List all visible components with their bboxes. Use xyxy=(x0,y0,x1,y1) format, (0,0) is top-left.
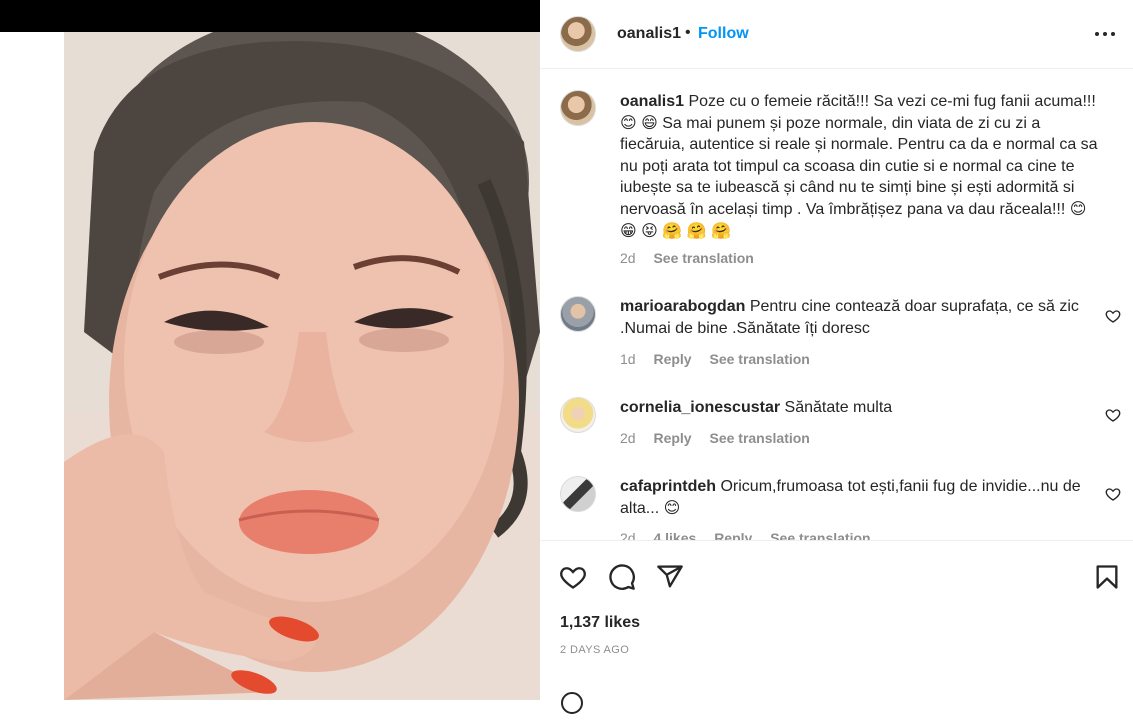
comment-text: marioarabogdan Pentru cine contează doar… xyxy=(620,296,1090,339)
caption-meta: 2d See translation xyxy=(620,250,768,266)
comment-meta: 2d 4 likes Reply See translation xyxy=(620,530,885,540)
owner-avatar[interactable] xyxy=(560,16,596,52)
caption-username[interactable]: oanalis1 xyxy=(620,93,684,110)
comment-like-icon[interactable] xyxy=(1105,486,1121,502)
commenter-avatar[interactable] xyxy=(560,476,596,512)
see-translation-button[interactable]: See translation xyxy=(709,430,809,446)
commenter-avatar[interactable] xyxy=(560,397,596,433)
comment-time[interactable]: 1d xyxy=(620,351,636,367)
caption-time[interactable]: 2d xyxy=(620,250,636,266)
header-separator: • xyxy=(685,24,691,41)
commenter-username[interactable]: marioarabogdan xyxy=(620,298,745,315)
commenter-avatar[interactable] xyxy=(560,296,596,332)
comment-like-icon[interactable] xyxy=(1105,308,1121,324)
follow-button[interactable]: Follow xyxy=(698,25,749,43)
comment-icon[interactable] xyxy=(608,563,636,591)
post-header: oanalis1 • Follow xyxy=(540,0,1133,69)
likes-count[interactable]: 1,137 likes xyxy=(560,614,640,632)
comment-like-icon[interactable] xyxy=(1105,407,1121,423)
commenter-username[interactable]: cornelia_ionescustar xyxy=(620,399,780,416)
caption-body: Poze cu o femeie răcită!!! Sa vezi ce-mi… xyxy=(620,93,1098,240)
see-translation-button[interactable]: See translation xyxy=(709,351,809,367)
heart-icon[interactable] xyxy=(559,563,587,591)
caption-text: oanalis1 Poze cu o femeie răcită!!! Sa v… xyxy=(620,91,1100,242)
post-media-pane xyxy=(0,0,540,700)
comment-body: Sănătate multa xyxy=(784,399,893,416)
media-top-band xyxy=(0,0,540,32)
more-options-icon[interactable] xyxy=(1093,26,1117,42)
comment-time[interactable]: 2d xyxy=(620,530,636,540)
reply-button[interactable]: Reply xyxy=(653,351,691,367)
post-actions-section: 1,137 likes 2 DAYS AGO xyxy=(540,540,1133,714)
caption-avatar[interactable] xyxy=(560,90,596,126)
emoji-icon[interactable] xyxy=(560,691,584,715)
comment-meta: 2d Reply See translation xyxy=(620,430,824,446)
post-timestamp[interactable]: 2 DAYS AGO xyxy=(560,644,629,656)
comment-likes-count[interactable]: 4 likes xyxy=(653,530,696,540)
comment-time[interactable]: 2d xyxy=(620,430,636,446)
comment-text: cornelia_ionescustar Sănătate multa xyxy=(620,397,1090,419)
comment-meta: 1d Reply See translation xyxy=(620,351,824,367)
share-icon[interactable] xyxy=(656,563,684,591)
see-translation-button[interactable]: See translation xyxy=(770,530,870,540)
owner-username[interactable]: oanalis1 xyxy=(617,25,681,43)
comment-text: cafaprintdeh Oricum,frumoasa tot ești,fa… xyxy=(620,476,1090,519)
reply-button[interactable]: Reply xyxy=(653,430,691,446)
selfie-illustration xyxy=(64,32,540,700)
post-photo[interactable] xyxy=(64,32,540,700)
post-details-panel: oanalis1 • Follow oanalis1 Poze cu o fem… xyxy=(540,0,1133,714)
reply-button[interactable]: Reply xyxy=(714,530,752,540)
caption-see-translation[interactable]: See translation xyxy=(653,250,753,266)
commenter-username[interactable]: cafaprintdeh xyxy=(620,478,716,495)
comments-list[interactable]: oanalis1 Poze cu o femeie răcită!!! Sa v… xyxy=(540,69,1133,540)
bookmark-icon[interactable] xyxy=(1093,563,1121,591)
